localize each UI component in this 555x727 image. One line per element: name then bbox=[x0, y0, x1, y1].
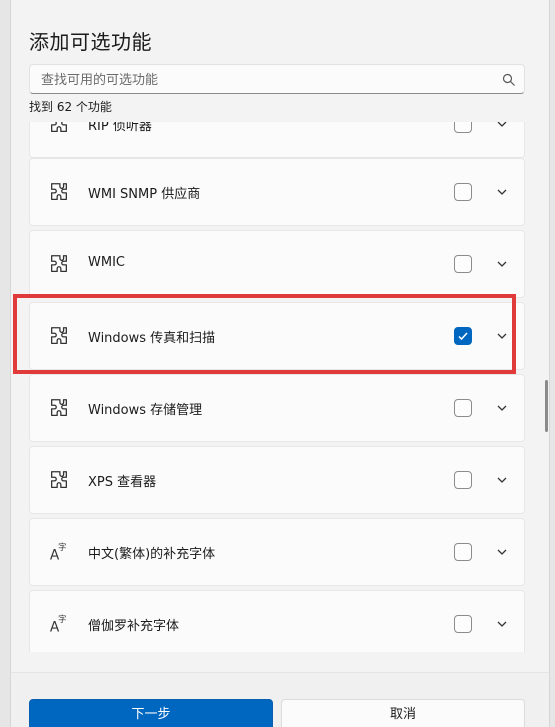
svg-text:字: 字 bbox=[58, 614, 66, 624]
item-checkbox[interactable] bbox=[454, 399, 472, 417]
search-input[interactable] bbox=[39, 69, 483, 91]
item-checkbox[interactable] bbox=[454, 255, 472, 273]
item-checkbox[interactable] bbox=[454, 122, 472, 133]
puzzle-icon bbox=[51, 122, 67, 132]
chevron-down-icon[interactable] bbox=[496, 186, 508, 198]
cancel-button[interactable]: 取消 bbox=[281, 699, 525, 727]
puzzle-icon bbox=[51, 399, 67, 416]
item-label: 中文(繁体)的补充字体 bbox=[88, 547, 216, 562]
list-item[interactable]: A 字 中文(繁体)的补充字体 bbox=[29, 518, 525, 586]
item-label: WMI SNMP 供应商 bbox=[88, 187, 201, 202]
list-item[interactable]: WMI SNMP 供应商 bbox=[29, 158, 525, 226]
font-icon: A 字 bbox=[50, 614, 67, 635]
result-count: 找到 62 个功能 bbox=[29, 100, 112, 114]
puzzle-icon bbox=[51, 327, 67, 344]
chevron-down-icon[interactable] bbox=[496, 618, 508, 630]
item-checkbox-checked[interactable] bbox=[454, 327, 472, 345]
item-label: WMIC bbox=[88, 255, 125, 270]
list-item[interactable]: XPS 查看器 bbox=[29, 446, 525, 514]
item-label: Windows 存储管理 bbox=[88, 403, 203, 418]
svg-text:字: 字 bbox=[58, 542, 66, 552]
next-button-label: 下一步 bbox=[131, 707, 171, 722]
list-item[interactable]: RIP 侦听器 bbox=[29, 122, 525, 158]
item-label: XPS 查看器 bbox=[88, 475, 157, 490]
list-item[interactable]: Windows 存储管理 bbox=[29, 374, 525, 442]
item-checkbox[interactable] bbox=[454, 615, 472, 633]
feature-list[interactable]: RIP 侦听器 WMI SNMP 供应商 WMIC Windows 传真和扫描 … bbox=[11, 122, 549, 652]
chevron-down-icon[interactable] bbox=[496, 474, 508, 486]
checkmark-icon bbox=[458, 332, 468, 341]
item-label: RIP 侦听器 bbox=[88, 122, 152, 134]
item-checkbox[interactable] bbox=[454, 183, 472, 201]
item-label: Windows 传真和扫描 bbox=[88, 331, 216, 346]
puzzle-icon bbox=[51, 471, 67, 488]
item-checkbox[interactable] bbox=[454, 471, 472, 489]
next-button[interactable]: 下一步 bbox=[29, 699, 273, 727]
search-icon bbox=[502, 73, 515, 86]
list-item[interactable]: WMIC bbox=[29, 230, 525, 298]
item-checkbox[interactable] bbox=[454, 543, 472, 561]
chevron-down-icon[interactable] bbox=[496, 402, 508, 414]
scrollbar[interactable] bbox=[545, 380, 548, 432]
chevron-down-icon[interactable] bbox=[496, 546, 508, 558]
dialog-footer: 下一步 取消 bbox=[11, 672, 549, 727]
search-box[interactable] bbox=[29, 64, 525, 94]
list-item[interactable]: Windows 传真和扫描 bbox=[29, 302, 525, 370]
add-optional-features-dialog: 添加可选功能 找到 62 个功能 RIP 侦听器 WMI SNMP 供应商 bbox=[10, 0, 550, 727]
puzzle-icon bbox=[51, 255, 67, 272]
puzzle-icon bbox=[51, 183, 67, 200]
chevron-down-icon[interactable] bbox=[496, 122, 508, 130]
font-icon: A 字 bbox=[50, 542, 67, 563]
dialog-title: 添加可选功能 bbox=[29, 30, 152, 54]
list-item[interactable]: A 字 僧伽罗补充字体 bbox=[29, 590, 525, 652]
chevron-down-icon[interactable] bbox=[496, 258, 508, 270]
chevron-down-icon[interactable] bbox=[496, 330, 508, 342]
item-label: 僧伽罗补充字体 bbox=[88, 619, 180, 634]
cancel-button-label: 取消 bbox=[389, 707, 416, 722]
